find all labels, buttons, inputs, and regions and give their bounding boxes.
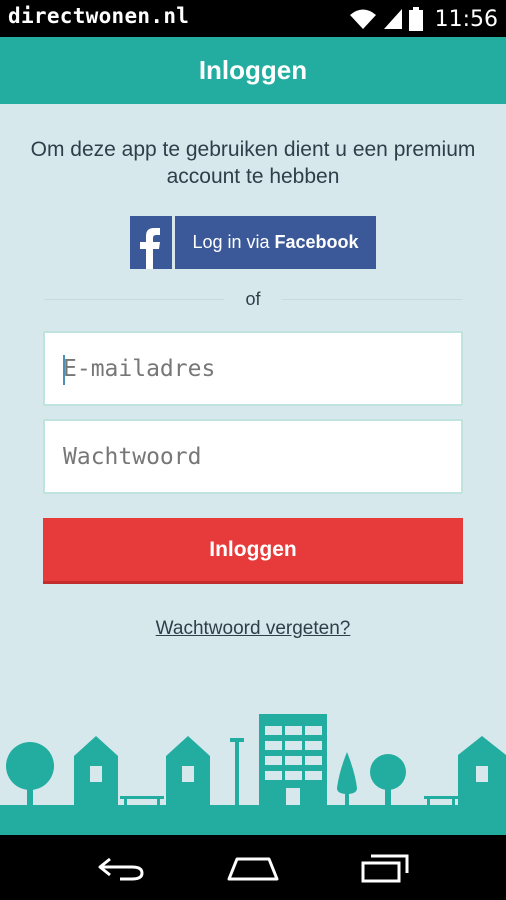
divider-line-right [282, 299, 462, 300]
back-icon [98, 857, 144, 880]
email-field-container [43, 331, 463, 406]
forgot-password-link[interactable]: Wachtwoord vergeten? [0, 618, 506, 640]
recent-apps-icon [361, 854, 409, 882]
home-icon [227, 857, 279, 880]
facebook-label-via: via [246, 232, 270, 252]
facebook-login-button[interactable]: Log in via Facebook [130, 216, 376, 269]
text-cursor [63, 355, 65, 385]
email-field[interactable] [45, 333, 461, 404]
status-time: 11:56 [434, 6, 498, 32]
password-field-container [43, 419, 463, 494]
status-app-name: directwonen.nl [8, 4, 190, 28]
status-bar: directwonen.nl 11:56 [0, 0, 506, 37]
login-button[interactable]: Inloggen [43, 518, 463, 584]
divider-line-left [44, 299, 224, 300]
facebook-label-brand: Facebook [274, 232, 359, 252]
page-title: Inloggen [198, 55, 308, 85]
password-field[interactable] [45, 421, 461, 492]
facebook-label: Log in via Facebook [175, 216, 376, 269]
recent-apps-button[interactable] [350, 843, 420, 893]
navigation-bar [0, 835, 506, 900]
facebook-icon [140, 228, 160, 269]
status-icons: 11:56 [349, 5, 498, 33]
wifi-icon [349, 9, 376, 29]
signal-icon [383, 9, 402, 29]
facebook-icon-box [130, 216, 172, 269]
intro-text: Om deze app te gebruiken dient u een pre… [30, 138, 476, 188]
facebook-label-prefix: Log in [192, 232, 242, 252]
divider-text: of [245, 289, 261, 309]
home-button[interactable] [218, 843, 288, 893]
app-bar: Inloggen [0, 37, 506, 104]
back-button[interactable] [86, 843, 156, 893]
battery-icon [408, 7, 423, 31]
city-skyline-illustration [0, 714, 506, 835]
